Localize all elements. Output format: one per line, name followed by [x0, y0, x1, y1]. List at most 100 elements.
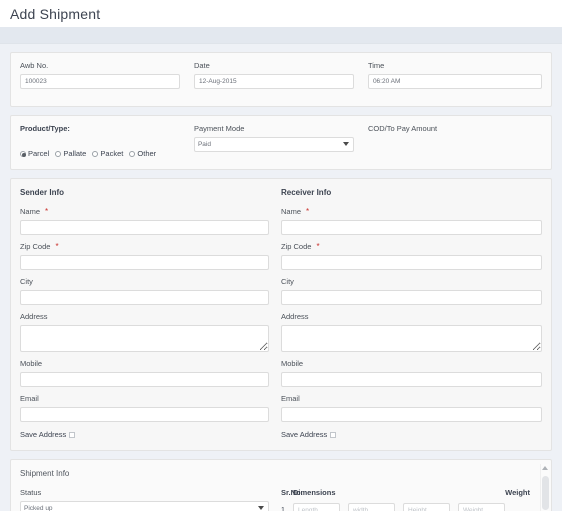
status-select[interactable]: Picked up — [20, 501, 269, 511]
receiver-info-column: Receiver Info Name * Zip Code * City Add… — [281, 187, 542, 440]
form-content: Awb No. Date Time Product/Type: — [0, 44, 562, 511]
sender-info-title: Sender Info — [20, 188, 65, 197]
receiver-name-group: Name * — [281, 207, 542, 235]
radio-label-packet: Packet — [100, 149, 124, 158]
sender-mobile-input[interactable] — [20, 372, 269, 387]
dimensions-row: 1 — [281, 503, 542, 511]
required-marker: * — [306, 207, 310, 216]
payment-mode-select-wrap: Paid — [193, 137, 354, 152]
height-input[interactable] — [403, 503, 450, 511]
product-type-label: Product/Type: — [20, 124, 70, 133]
radio-option-parcel[interactable]: Parcel — [20, 149, 49, 158]
receiver-mobile-group: Mobile — [281, 359, 542, 387]
receiver-info-title: Receiver Info — [281, 188, 332, 197]
required-marker: * — [316, 242, 320, 251]
date-label: Date — [193, 61, 210, 70]
sender-zip-group: Zip Code * — [20, 242, 269, 270]
radio-option-packet[interactable]: Packet — [92, 149, 123, 158]
receiver-email-group: Email — [281, 394, 542, 422]
scrollbar-thumb[interactable] — [542, 476, 549, 510]
time-label: Time — [367, 61, 385, 70]
product-type-group: Product/Type: Parcel Pallate Packet Othe… — [20, 124, 194, 159]
awb-label: Awb No. — [20, 61, 49, 70]
sender-name-label: Name * — [20, 207, 49, 216]
required-marker: * — [45, 207, 49, 216]
sender-city-label: City — [20, 277, 33, 286]
receiver-mobile-label: Mobile — [281, 359, 304, 368]
sender-info-column: Sender Info Name * Zip Code * City Addre… — [20, 187, 281, 440]
sender-save-address-group[interactable]: Save Address — [20, 429, 269, 440]
receiver-name-label: Name * — [281, 207, 310, 216]
dimensions-header-sr: Sr.No. — [281, 488, 303, 497]
dimensions-row-sr: 1 — [281, 506, 285, 511]
radio-option-pallate[interactable]: Pallate — [55, 149, 86, 158]
receiver-mobile-input[interactable] — [281, 372, 542, 387]
header-band — [0, 27, 562, 44]
shipment-info-title: Shipment Info — [20, 469, 70, 478]
radio-label-other: Other — [137, 149, 157, 158]
sender-mobile-label: Mobile — [20, 359, 43, 368]
add-shipment-page: Add Shipment Awb No. Date Time — [0, 0, 562, 511]
sender-email-label: Email — [20, 394, 39, 403]
receiver-city-label: City — [281, 277, 294, 286]
sender-zip-input[interactable] — [20, 255, 269, 270]
product-type-panel: Product/Type: Parcel Pallate Packet Othe… — [10, 115, 552, 170]
sender-name-group: Name * — [20, 207, 269, 235]
time-input[interactable] — [367, 74, 542, 89]
date-field-group: Date — [193, 61, 368, 89]
receiver-name-input[interactable] — [281, 220, 542, 235]
awb-field-group: Awb No. — [20, 61, 194, 89]
dimensions-header-weight: Weight — [505, 488, 530, 497]
length-input[interactable] — [293, 503, 340, 511]
receiver-zip-input[interactable] — [281, 255, 542, 270]
sender-save-address-checkbox[interactable] — [69, 432, 76, 438]
radio-label-pallate: Pallate — [63, 149, 87, 158]
sender-mobile-group: Mobile — [20, 359, 269, 387]
dimensions-header: Sr.No. Dimensions Weight — [281, 488, 542, 498]
awb-input[interactable] — [20, 74, 180, 89]
dimensions-header-dim: Dimensions — [293, 488, 336, 497]
shipment-info-scrollbar[interactable] — [540, 464, 549, 511]
status-label: Status — [20, 488, 42, 497]
radio-label-parcel: Parcel — [28, 149, 50, 158]
party-info-panel: Sender Info Name * Zip Code * City Addre… — [10, 178, 552, 451]
payment-mode-select[interactable]: Paid — [193, 137, 354, 152]
dimensions-column: Sr.No. Dimensions Weight 1 — [281, 488, 542, 511]
receiver-email-label: Email — [281, 394, 300, 403]
radio-icon-pallate[interactable] — [55, 151, 62, 157]
time-field-group: Time — [367, 61, 542, 89]
shipment-info-panel: Shipment Info Status Picked up No. of P — [10, 459, 552, 511]
radio-icon-packet[interactable] — [92, 151, 99, 157]
radio-option-other[interactable]: Other — [129, 149, 156, 158]
sender-address-group: Address — [20, 312, 269, 352]
receiver-email-input[interactable] — [281, 407, 542, 422]
cod-amount-group: COD/To Pay Amount — [368, 124, 542, 159]
scroll-up-arrow-icon[interactable] — [542, 466, 548, 470]
receiver-address-textarea[interactable] — [281, 325, 542, 352]
receiver-save-address-group[interactable]: Save Address — [281, 429, 542, 440]
receiver-address-group: Address — [281, 312, 542, 352]
status-group: Status Picked up — [20, 488, 269, 511]
receiver-save-address-label: Save Address — [281, 430, 328, 439]
radio-icon-parcel[interactable] — [20, 151, 26, 157]
width-input[interactable] — [348, 503, 395, 511]
product-type-radios: Parcel Pallate Packet Other — [20, 148, 180, 159]
shipment-basic-panel: Awb No. Date Time — [10, 52, 552, 107]
sender-city-input[interactable] — [20, 290, 269, 305]
date-input[interactable] — [193, 74, 354, 89]
weight-input[interactable] — [458, 503, 505, 511]
receiver-save-address-checkbox[interactable] — [330, 432, 337, 438]
sender-zip-label: Zip Code * — [20, 242, 59, 251]
radio-icon-other[interactable] — [129, 151, 136, 157]
payment-mode-group: Payment Mode Paid — [193, 124, 368, 159]
sender-email-input[interactable] — [20, 407, 269, 422]
required-marker: * — [55, 242, 59, 251]
receiver-city-input[interactable] — [281, 290, 542, 305]
sender-address-label: Address — [20, 312, 48, 321]
sender-address-textarea[interactable] — [20, 325, 269, 352]
receiver-zip-label: Zip Code * — [281, 242, 320, 251]
page-header: Add Shipment — [0, 0, 562, 27]
cod-amount-label: COD/To Pay Amount — [367, 124, 438, 133]
receiver-address-label: Address — [281, 312, 309, 321]
sender-name-input[interactable] — [20, 220, 269, 235]
